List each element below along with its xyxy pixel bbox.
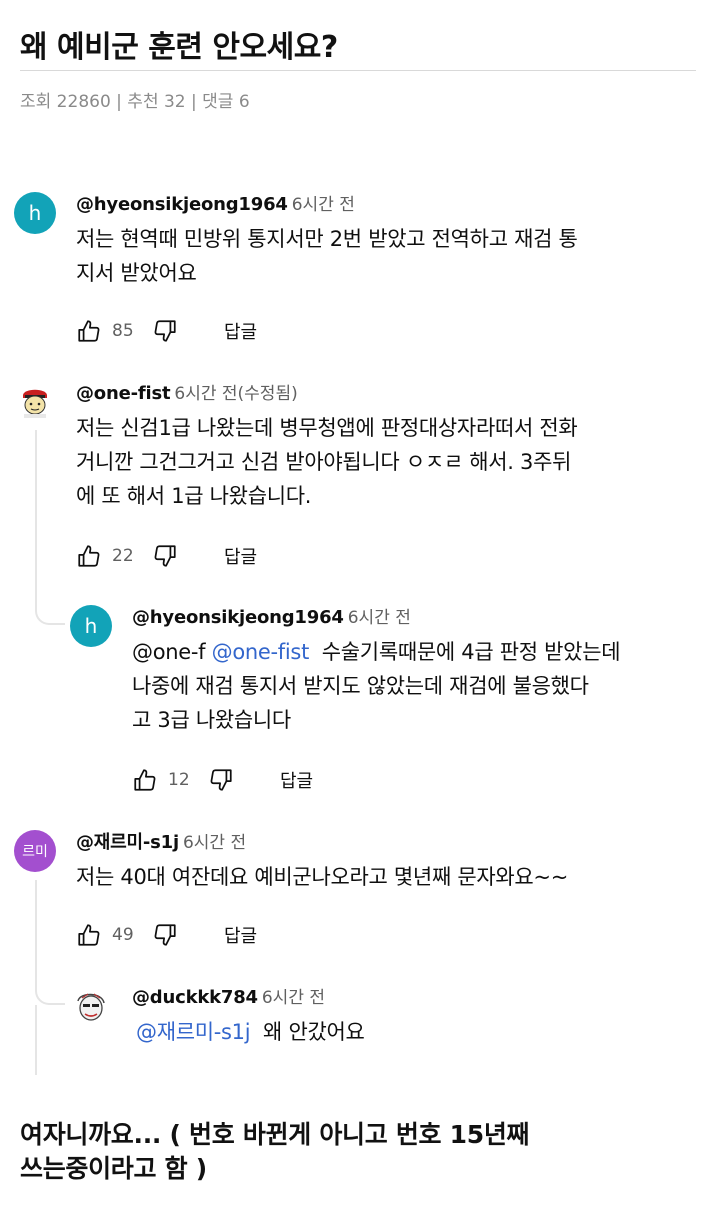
like-count: 49 (112, 925, 134, 945)
comment-username[interactable]: @hyeonsikjeong1964 (132, 607, 344, 628)
comment-line: @one-f @one-fist 수술기록때문에 4급 판정 받았는데 (132, 635, 621, 669)
comment-line: 저는 신검1급 나왔는데 병무청앱에 판정대상자라떠서 전화 (76, 416, 578, 440)
comment: 르미 @재르미-s1j 6시간 전 저는 40대 여잔데요 예비군나오라고 몇년째… (14, 830, 704, 960)
thumbs-down-icon[interactable] (152, 922, 178, 948)
thread-connector (35, 975, 65, 1005)
like-count: 85 (112, 321, 134, 341)
sketch-face-avatar-icon[interactable] (70, 985, 112, 1027)
avatar[interactable]: 르미 (14, 830, 56, 872)
comment-line: 저는 현역때 민방위 통지서만 2번 받았고 전역하고 재검 통 (76, 227, 578, 251)
reply-button[interactable]: 답글 (224, 318, 257, 344)
reply-button[interactable]: 답글 (280, 767, 313, 793)
post-title: 왜 예비군 훈련 안오세요? (20, 30, 338, 65)
comment-text: @one-f @one-fist 수술기록때문에 4급 판정 받았는데 나중에 … (132, 635, 621, 737)
title-divider (20, 70, 696, 71)
comment-text: 저는 현역때 민방위 통지서만 2번 받았고 전역하고 재검 통 지서 받았어요 (76, 222, 578, 290)
reply-button[interactable]: 답글 (224, 922, 257, 948)
comment-line: @재르미-s1j 왜 안갔어요 (136, 1015, 365, 1049)
avatar[interactable]: h (14, 192, 56, 234)
comment: @one-fist 6시간 전(수정됨) 저는 신검1급 나왔는데 병무청앱에 판… (14, 381, 704, 581)
comment-username[interactable]: @one-fist (76, 383, 171, 404)
reply-comment: h @hyeonsikjeong1964 6시간 전 @one-f @one-fi… (70, 605, 710, 805)
avatar-letter: h (28, 201, 42, 225)
like-count: 12 (168, 770, 190, 790)
reply-comment: @duckkk784 6시간 전 @재르미-s1j 왜 안갔어요 (70, 985, 710, 1065)
thumbs-down-icon[interactable] (152, 543, 178, 569)
comment-username[interactable]: @재르미-s1j (76, 832, 179, 853)
comment-line: 에 또 해서 1급 나왔습니다. (76, 484, 312, 508)
mention-link[interactable]: @재르미-s1j (136, 1020, 251, 1044)
comment-text: 저는 40대 여잔데요 예비군나오라고 몇년째 문자와요~~ (76, 860, 568, 894)
thumbs-down-icon[interactable] (208, 767, 234, 793)
post-meta: 조회 22860 | 추천 32 | 댓글 6 (20, 92, 250, 112)
avatar[interactable]: h (70, 605, 112, 647)
comment-time: 6시간 전 (261, 988, 325, 1008)
comment-time: 6시간 전 (347, 608, 411, 628)
comment-text: @재르미-s1j 왜 안갔어요 (136, 1015, 365, 1049)
thumbs-up-icon[interactable] (76, 318, 102, 344)
footer-line: 여자니까요... ( 번호 바뀐게 아니고 번호 15년째 (20, 1120, 530, 1149)
thumbs-down-icon[interactable] (152, 318, 178, 344)
comment-line-rest: 왜 안갔어요 (263, 1020, 365, 1044)
thread-line (35, 1005, 37, 1075)
mention-link[interactable]: @one-fist (212, 640, 310, 664)
avatar-letter: 르미 (22, 844, 48, 860)
comment-line: 저는 40대 여잔데요 예비군나오라고 몇년째 문자와요~~ (76, 865, 569, 889)
footer-caption: 여자니까요... ( 번호 바뀐게 아니고 번호 15년째 쓰는중이라고 함 ) (20, 1118, 530, 1186)
comment-text: 저는 신검1급 나왔는데 병무청앱에 판정대상자라떠서 전화 거니깐 그건그거고… (76, 411, 578, 513)
thumbs-up-icon[interactable] (76, 922, 102, 948)
avatar-letter: h (84, 614, 98, 638)
like-count: 22 (112, 546, 134, 566)
thread-connector (35, 595, 65, 625)
mention-prefix: @one-f (132, 640, 206, 664)
thumbs-up-icon[interactable] (76, 543, 102, 569)
footer-line: 쓰는중이라고 함 ) (20, 1154, 207, 1183)
comment: h @hyeonsikjeong1964 6시간 전 저는 현역때 민방위 통지서… (14, 192, 704, 352)
comment-line: 나중에 재검 통지서 받지도 않았는데 재검에 불응했다 (132, 674, 589, 698)
comment-time: 6시간 전 (291, 195, 355, 215)
cartoon-face-avatar-icon[interactable] (14, 381, 56, 423)
comment-username[interactable]: @hyeonsikjeong1964 (76, 194, 288, 215)
comment-time: 6시간 전 (182, 833, 247, 853)
comment-line: 지서 받았어요 (76, 261, 197, 285)
comment-username[interactable]: @duckkk784 (132, 987, 258, 1008)
comment-line: 거니깐 그건그거고 신검 받아야됩니다 ㅇㅈㄹ 해서. 3주뒤 (76, 450, 572, 474)
thumbs-up-icon[interactable] (132, 767, 158, 793)
comment-line: 고 3급 나왔습니다 (132, 708, 291, 732)
comment-line-rest: 수술기록때문에 4급 판정 받았는데 (321, 640, 621, 664)
reply-button[interactable]: 답글 (224, 543, 257, 569)
comment-time: 6시간 전(수정됨) (174, 384, 298, 404)
